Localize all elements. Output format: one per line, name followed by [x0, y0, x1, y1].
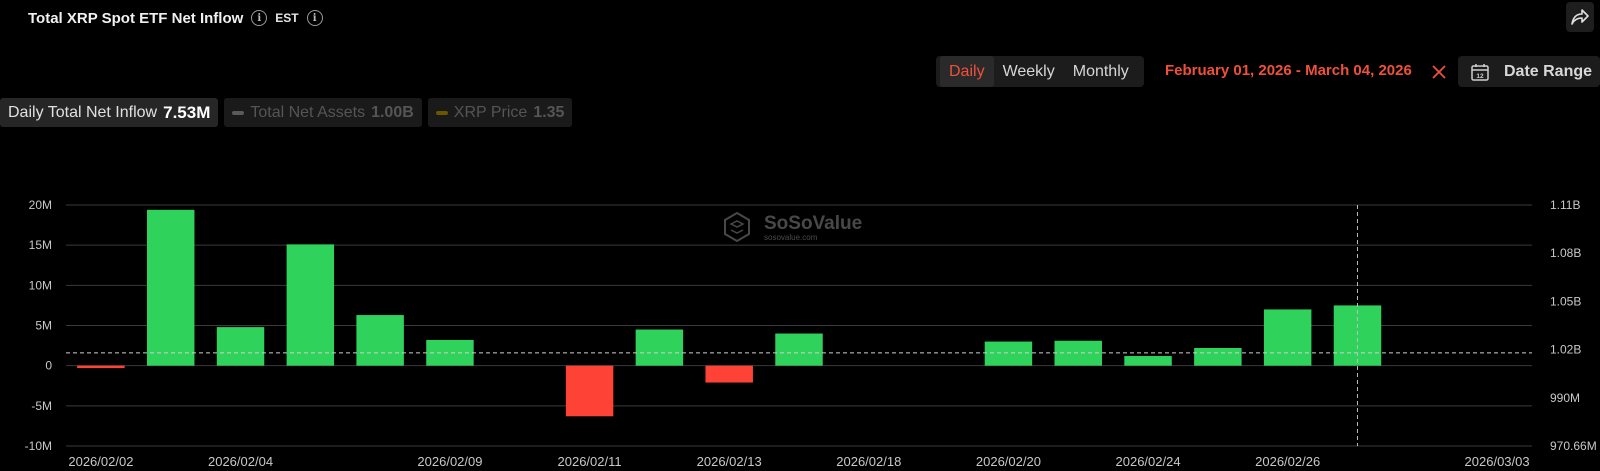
- right-y-tick-label: 990M: [1550, 391, 1580, 405]
- x-tick-label: 2026/02/11: [558, 454, 622, 469]
- x-tick-label: 2026/02/20: [976, 454, 1041, 469]
- right-y-tick-label: 1.02B: [1550, 343, 1581, 357]
- bar-2026-02-27: [1333, 305, 1382, 366]
- x-tick-label: 2026/02/24: [1116, 454, 1181, 469]
- bar-2026-02-04: [216, 327, 265, 366]
- watermark-name: SoSoValue: [764, 213, 862, 234]
- right-y-tick-label: 970.66M: [1550, 439, 1597, 453]
- y-tick-label: 20M: [29, 198, 52, 212]
- bar-2026-02-12: [635, 329, 684, 366]
- x-tick-label: 2026/03/03: [1465, 454, 1530, 469]
- bar-2026-02-11: [565, 365, 614, 417]
- watermark-site: sosovalue.com: [764, 233, 818, 242]
- right-y-tick-label: 1.05B: [1550, 294, 1581, 308]
- bar-2026-02-25: [1194, 347, 1242, 366]
- y-tick-label: 5M: [35, 319, 52, 333]
- x-tick-label: 2026/02/09: [417, 454, 482, 469]
- right-y-tick-label: 1.08B: [1550, 246, 1581, 260]
- y-tick-label: 10M: [29, 278, 52, 292]
- x-tick-label: 2026/02/26: [1255, 454, 1320, 469]
- bar-2026-02-26: [1263, 309, 1312, 366]
- y-tick-label: -10M: [25, 439, 52, 453]
- sosovalue-watermark: SoSoValue sosovalue.com: [724, 211, 862, 243]
- x-tick-label: 2026/02/13: [697, 454, 762, 469]
- net-inflow-chart[interactable]: SoSoValue sosovalue.com 20M 15M 10M 5M 0 -5M -…: [0, 0, 1600, 471]
- x-tick-label: 2026/02/18: [836, 454, 901, 469]
- bar-2026-02-05: [286, 244, 335, 366]
- bar-2026-02-13: [705, 365, 753, 383]
- bar-2026-02-06: [356, 315, 404, 366]
- y-tick-label: 15M: [29, 238, 52, 252]
- x-tick-label: 2026/02/02: [68, 454, 133, 469]
- bar-2026-02-20: [984, 341, 1033, 366]
- right-y-tick-label: 1.11B: [1550, 198, 1580, 212]
- bar-2026-02-24: [1124, 356, 1172, 366]
- bar-2026-02-02: [77, 365, 125, 369]
- bar-2026-02-17: [775, 333, 823, 366]
- sosovalue-logo-icon: [724, 211, 750, 243]
- y-tick-label: -5M: [31, 399, 52, 413]
- y-tick-label: 0: [45, 359, 52, 373]
- bar-2026-02-03: [146, 209, 195, 366]
- x-tick-label: 2026/02/04: [208, 454, 273, 469]
